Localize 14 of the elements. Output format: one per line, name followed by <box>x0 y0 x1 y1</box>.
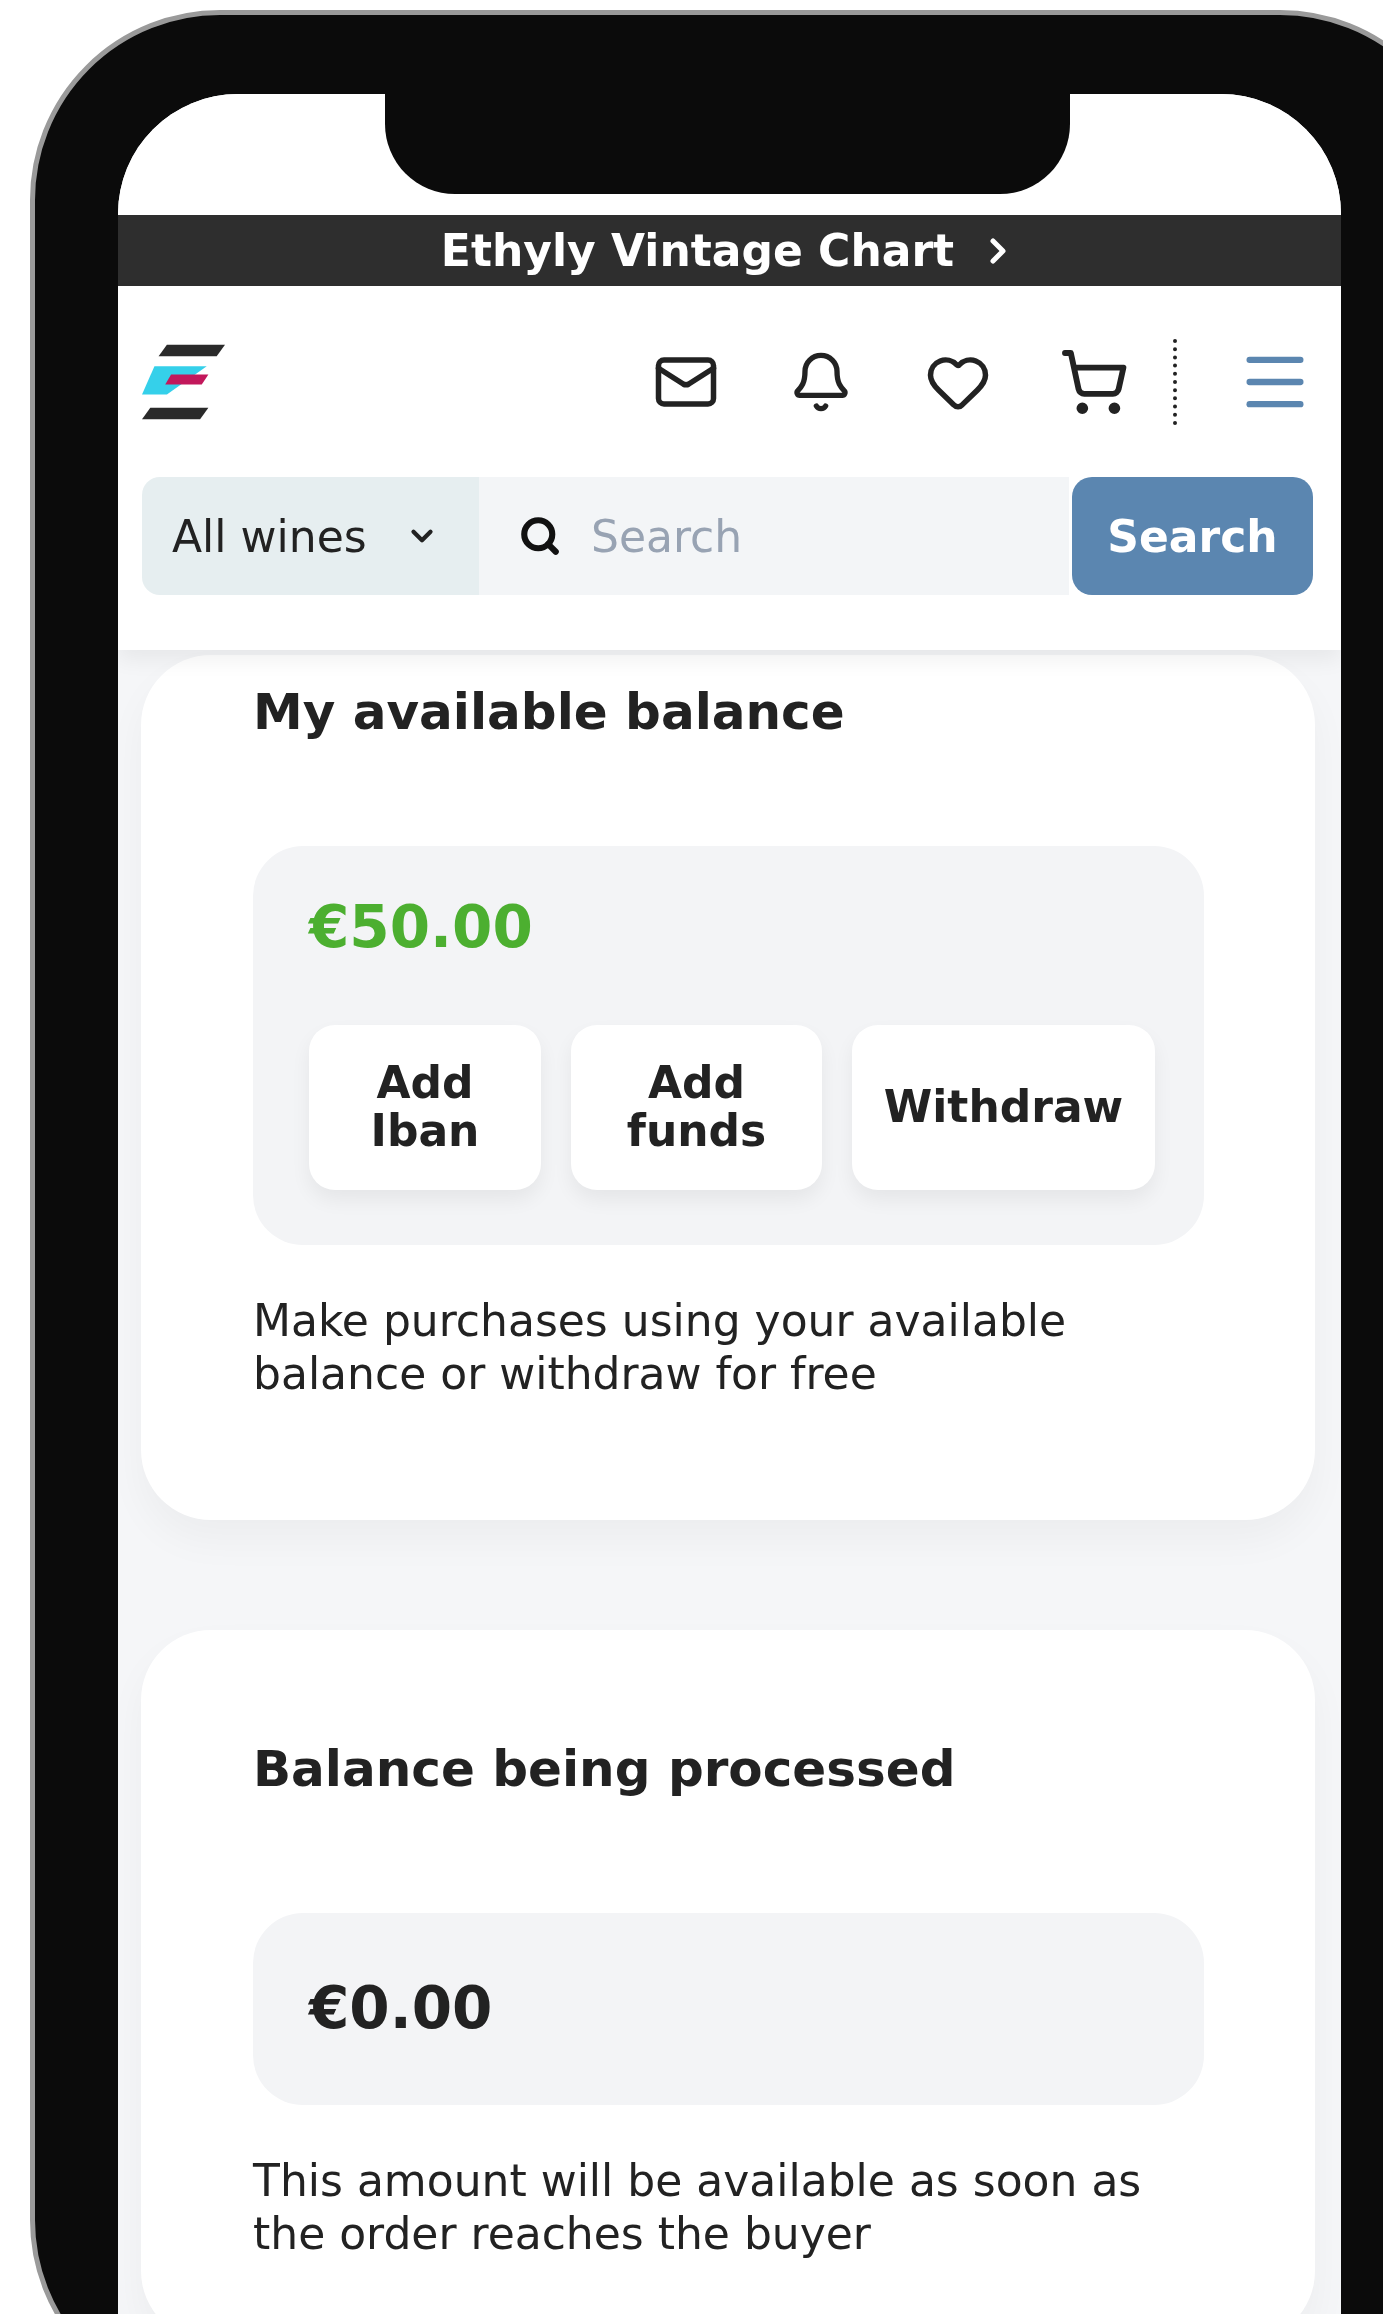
search-icon <box>519 515 561 557</box>
card-title: My available balance <box>253 683 846 741</box>
action-button[interactable]: Add funds <box>571 1024 822 1190</box>
banner-link[interactable]: Ethyly Vintage Chart <box>118 215 1341 286</box>
balance-amount: €50.00 <box>309 896 533 960</box>
search-field[interactable]: Search <box>479 477 1069 595</box>
card-title: Balance being processed <box>253 1740 957 1799</box>
balance-amount: €0.00 <box>309 1977 493 2042</box>
action-button[interactable]: Withdraw <box>852 1024 1155 1190</box>
category-dropdown[interactable]: All wines <box>142 477 479 595</box>
balance-note: Make purchases using your available balance or withdraw for free <box>253 1294 1068 1401</box>
search-button[interactable]: Search <box>1072 477 1313 595</box>
balance-note: This amount will be available as soon as the order reaches the buyer <box>253 2155 1143 2261</box>
action-button[interactable]: Add Iban <box>309 1024 541 1190</box>
